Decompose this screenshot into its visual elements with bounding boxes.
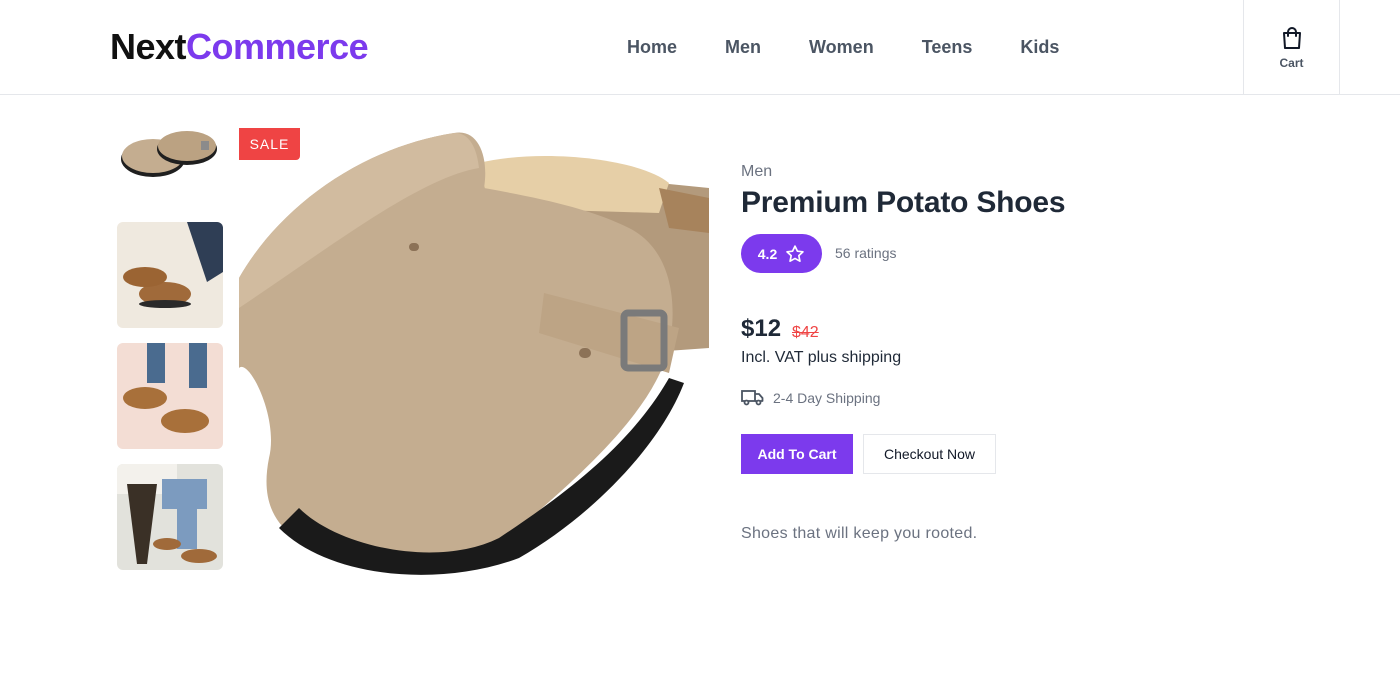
thumbnail-3[interactable]: [117, 343, 223, 449]
nav-home[interactable]: Home: [627, 36, 677, 58]
ratings-count: 56 ratings: [835, 245, 897, 261]
brand-logo-part1: Next: [110, 26, 187, 67]
truck-icon: [741, 390, 764, 406]
rating-badge[interactable]: 4.2: [741, 234, 822, 273]
current-price: $12: [741, 315, 782, 342]
thumbnail-1[interactable]: [117, 101, 223, 207]
product-title: Premium Potato Shoes: [741, 186, 1066, 219]
shipping-text: 2-4 Day Shipping: [773, 389, 881, 406]
shipping-info: 2-4 Day Shipping: [741, 389, 880, 406]
nav-kids[interactable]: Kids: [1020, 36, 1059, 58]
product-main-image: [239, 128, 709, 578]
thumbnail-4[interactable]: [117, 464, 223, 570]
brand-logo[interactable]: NextCommerce: [110, 26, 369, 68]
vat-note: Incl. VAT plus shipping: [741, 349, 902, 366]
sale-badge: SALE: [239, 128, 300, 160]
star-icon: [786, 244, 804, 262]
cart-label: Cart: [1279, 55, 1304, 70]
brand-logo-part2: Commerce: [186, 26, 369, 67]
add-to-cart-button[interactable]: Add To Cart: [741, 434, 853, 474]
old-price: $42: [792, 324, 819, 341]
rating-value: 4.2: [757, 245, 778, 262]
thumbnail-2[interactable]: [117, 222, 223, 328]
site-header: NextCommerce Home Men Women Teens Kids C…: [0, 0, 1400, 95]
nav-men[interactable]: Men: [725, 36, 761, 58]
nav-teens[interactable]: Teens: [922, 36, 973, 58]
thumbnail-list: [117, 101, 223, 585]
product-category[interactable]: Men: [741, 163, 772, 181]
main-nav: Home Men Women Teens Kids: [627, 36, 1107, 58]
shopping-bag-icon: [1282, 26, 1301, 49]
nav-women[interactable]: Women: [809, 36, 874, 58]
checkout-now-button[interactable]: Checkout Now: [863, 434, 996, 474]
cart-button[interactable]: Cart: [1243, 0, 1340, 95]
product-description: Shoes that will keep you rooted.: [741, 525, 978, 542]
